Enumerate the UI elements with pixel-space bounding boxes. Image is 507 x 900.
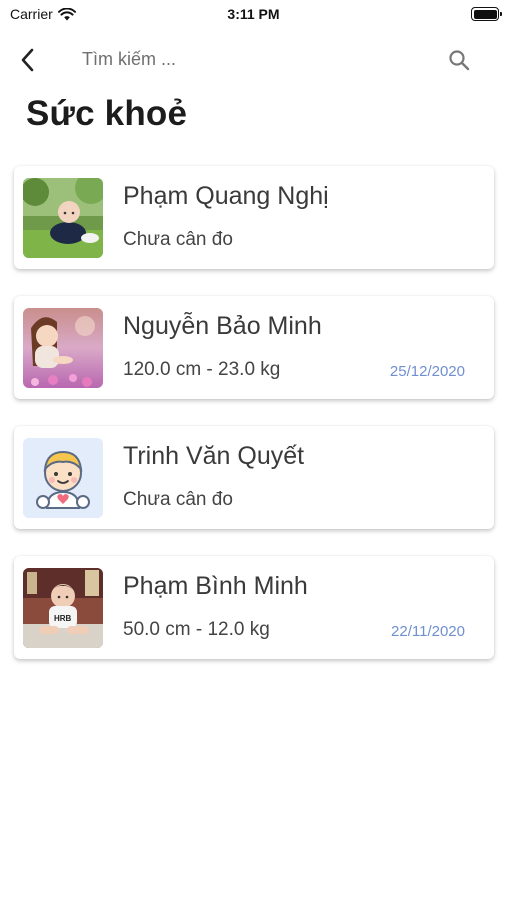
- nav-bar: [0, 38, 507, 82]
- measurement-date: 22/11/2020: [391, 623, 465, 640]
- child-avatar-placeholder: [23, 438, 103, 518]
- child-card[interactable]: Nguyễn Bảo Minh 120.0 cm - 23.0 kg 25/12…: [14, 296, 494, 399]
- chevron-left-icon: [21, 48, 34, 72]
- child-card[interactable]: Phạm Quang Nghị Chưa cân đo: [14, 166, 494, 269]
- baby-illustration-icon: [23, 438, 103, 518]
- back-button[interactable]: [14, 46, 42, 74]
- child-list: Phạm Quang Nghị Chưa cân đo Nguyễn Bảo M…: [14, 166, 494, 686]
- child-name: Nguyễn Bảo Minh: [123, 312, 322, 340]
- search-input[interactable]: [82, 44, 422, 74]
- battery-icon: [471, 7, 502, 21]
- child-avatar-photo: [23, 308, 103, 388]
- child-measurement: Chưa cân đo: [123, 229, 233, 250]
- status-bar: Carrier 3:11 PM: [0, 0, 507, 30]
- child-measurement: Chưa cân đo: [123, 489, 233, 510]
- child-avatar-photo: HRB: [23, 568, 103, 648]
- search-icon: [449, 50, 470, 71]
- child-card[interactable]: Trinh Văn Quyết Chưa cân đo: [14, 426, 494, 529]
- page-title: Sức khoẻ: [26, 94, 188, 133]
- child-card[interactable]: HRB Phạm Bình Minh 50.0 cm - 12.0 kg 22/…: [14, 556, 494, 659]
- child-name: Phạm Quang Nghị: [123, 182, 329, 210]
- measurement-date: 25/12/2020: [389, 363, 465, 380]
- child-measurement: 50.0 cm - 12.0 kg: [123, 619, 270, 640]
- search-button[interactable]: [445, 46, 473, 74]
- child-measurement: 120.0 cm - 23.0 kg: [123, 359, 281, 380]
- battery-level: [473, 9, 497, 19]
- svg-text:HRB: HRB: [54, 614, 72, 623]
- child-name: Phạm Bình Minh: [123, 572, 308, 600]
- status-time: 3:11 PM: [227, 6, 280, 22]
- child-avatar-photo: [23, 178, 103, 258]
- child-name: Trinh Văn Quyết: [123, 442, 305, 470]
